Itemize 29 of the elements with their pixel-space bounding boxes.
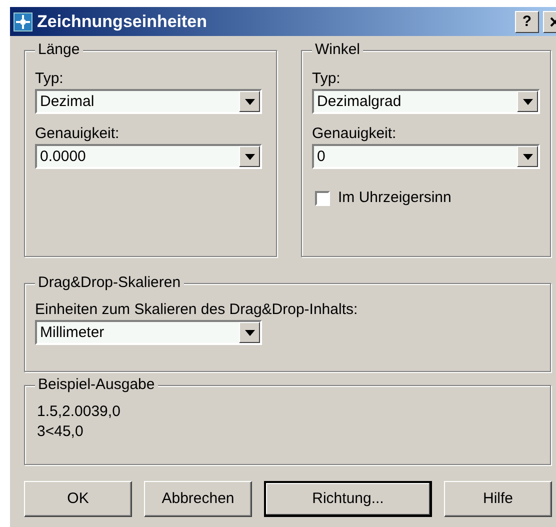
- app-icon: [13, 12, 33, 32]
- group-title: Beispiel-Ausgabe: [35, 376, 158, 394]
- dropdown-arrow-icon: [522, 98, 532, 104]
- help-button[interactable]: ?: [515, 10, 539, 32]
- checkbox[interactable]: [315, 190, 330, 206]
- dropdown-arrow-icon: [244, 98, 254, 104]
- sample-output-line: 1.5,2.0039,0: [37, 402, 122, 422]
- checkbox-label: Im Uhrzeigersinn: [338, 188, 452, 208]
- field-label: Genauigkeit:: [35, 124, 120, 144]
- dropdown-field[interactable]: 0.0000: [35, 144, 262, 169]
- group-title: Drag&Drop-Skalieren: [35, 274, 184, 292]
- dropdown-arrow-icon: [522, 154, 532, 160]
- window-title: Zeichnungseinheiten: [37, 10, 208, 33]
- dialog-button[interactable]: Hilfe: [444, 481, 552, 517]
- dropdown-field[interactable]: Dezimalgrad: [312, 89, 540, 114]
- group-title: Länge: [35, 41, 83, 59]
- sample-output-line: 3<45,0: [37, 422, 84, 442]
- dropdown-field[interactable]: Dezimal: [35, 89, 262, 114]
- dropdown-field[interactable]: Millimeter: [35, 320, 262, 345]
- dropdown-arrow-icon: [244, 154, 254, 160]
- field-label: Genauigkeit:: [312, 124, 398, 144]
- field-label: Typ:: [35, 69, 64, 89]
- field-label: Einheiten zum Skalieren des Drag&Drop-Inhalts:: [35, 300, 359, 320]
- dialog-button[interactable]: Abbrechen: [144, 481, 252, 517]
- dialog-button[interactable]: Richtung...: [264, 481, 432, 517]
- field-label: Typ:: [312, 69, 342, 89]
- dialog-button[interactable]: OK: [24, 481, 132, 517]
- dropdown-arrow-icon: [244, 330, 254, 336]
- dropdown-field[interactable]: 0: [312, 144, 540, 169]
